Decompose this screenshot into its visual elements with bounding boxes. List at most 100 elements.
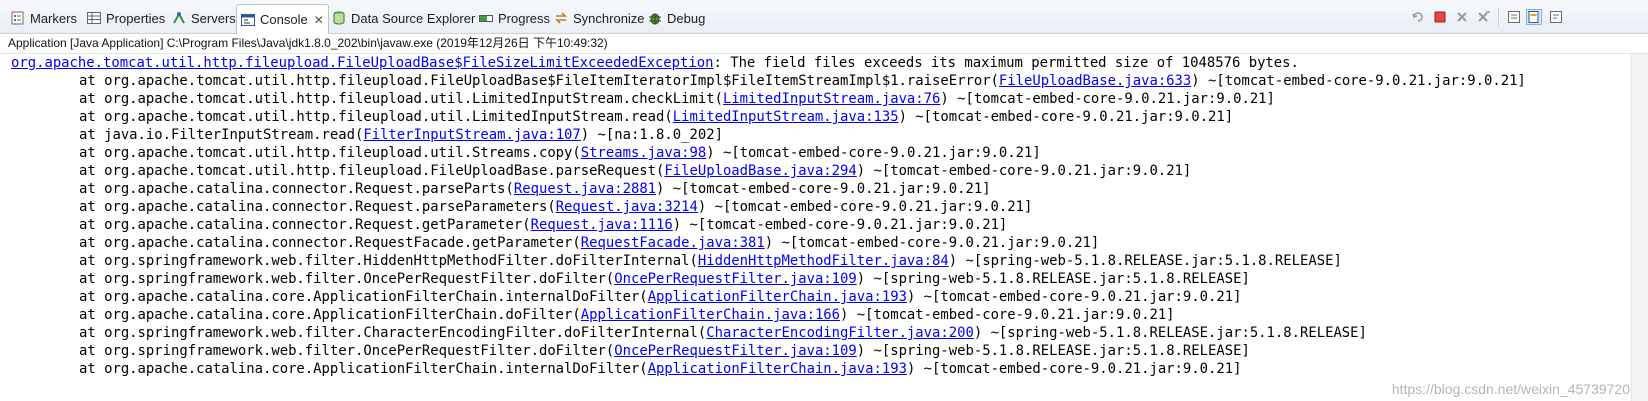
stack-frame-line: at java.io.FilterInputStream.read(Filter… xyxy=(11,126,723,144)
servers-icon xyxy=(171,10,187,26)
terminate-icon[interactable] xyxy=(1432,9,1448,25)
frame-jar: ) ~[tomcat-embed-core-9.0.21.jar:9.0.21] xyxy=(840,307,1175,323)
progress-icon xyxy=(478,10,494,26)
source-link[interactable]: LimitedInputStream.java:135 xyxy=(673,109,899,125)
stack-frame-line: at org.apache.catalina.connector.Request… xyxy=(11,180,991,198)
clear-console-icon[interactable] xyxy=(1476,9,1492,25)
frame-jar: ) ~[tomcat-embed-core-9.0.21.jar:9.0.21] xyxy=(672,217,1008,233)
tab-label: Debug xyxy=(667,10,706,26)
source-link[interactable]: LimitedInputStream.java:76 xyxy=(723,91,940,107)
tab-label: Synchronize xyxy=(573,10,645,26)
stack-frame-line: at org.apache.tomcat.util.http.fileuploa… xyxy=(11,144,1041,162)
frame-method: at org.apache.tomcat.util.http.fileuploa… xyxy=(79,109,673,125)
console-description: Application [Java Application] C:\Progra… xyxy=(0,34,1648,54)
frame-jar: ) ~[na:1.8.0_202] xyxy=(580,127,723,143)
tab-servers[interactable]: Servers xyxy=(171,6,236,30)
frame-jar: ) ~[tomcat-embed-core-9.0.21.jar:9.0.21] xyxy=(697,199,1033,215)
frame-method: at org.apache.catalina.connector.Request… xyxy=(79,217,531,233)
console-output[interactable]: org.apache.tomcat.util.http.fileupload.F… xyxy=(0,54,1648,401)
frame-method: at org.springframework.web.filter.OncePe… xyxy=(79,271,615,287)
frame-method: at org.apache.catalina.connector.Request… xyxy=(79,235,581,251)
stack-frame-line: at org.springframework.web.filter.Charac… xyxy=(11,324,1367,342)
frame-jar: ) ~[tomcat-embed-core-9.0.21.jar:9.0.21] xyxy=(1191,73,1526,89)
frame-method: at org.springframework.web.filter.Charac… xyxy=(79,325,707,341)
source-link[interactable]: Request.java:2881 xyxy=(514,181,656,197)
vertical-scrollbar[interactable] xyxy=(1631,54,1648,401)
stack-frame-line: at org.apache.catalina.connector.Request… xyxy=(11,198,1032,216)
source-link[interactable]: Request.java:1116 xyxy=(531,217,673,233)
frame-method: at org.apache.tomcat.util.http.fileuploa… xyxy=(79,163,665,179)
word-wrap-icon[interactable] xyxy=(1548,9,1564,25)
frame-method: at org.springframework.web.filter.Hidden… xyxy=(79,253,698,269)
frame-jar: ) ~[spring-web-5.1.8.RELEASE.jar:5.1.8.R… xyxy=(948,253,1342,269)
close-icon[interactable]: ✕ xyxy=(314,13,324,27)
stack-frame-line: at org.springframework.web.filter.OncePe… xyxy=(11,270,1250,288)
source-link[interactable]: FileUploadBase.java:294 xyxy=(664,163,856,179)
frame-method: at org.apache.tomcat.util.http.fileuploa… xyxy=(79,145,581,161)
source-link[interactable]: ApplicationFilterChain.java:166 xyxy=(581,307,840,323)
source-link[interactable]: CharacterEncodingFilter.java:200 xyxy=(706,325,974,341)
frame-method: at org.springframework.web.filter.OncePe… xyxy=(79,343,615,359)
frame-jar: ) ~[spring-web-5.1.8.RELEASE.jar:5.1.8.R… xyxy=(856,271,1250,287)
synchronize-icon xyxy=(553,10,569,26)
debug-icon xyxy=(647,10,663,26)
tab-debug[interactable]: Debug xyxy=(647,6,705,30)
frame-jar: ) ~[tomcat-embed-core-9.0.21.jar:9.0.21] xyxy=(906,289,1242,305)
stack-frame-line: at org.apache.tomcat.util.http.fileuploa… xyxy=(11,108,1233,126)
tab-console[interactable]: Console ✕ xyxy=(236,4,329,34)
frame-jar: ) ~[tomcat-embed-core-9.0.21.jar:9.0.21] xyxy=(856,163,1192,179)
pin-console-icon[interactable] xyxy=(1526,9,1542,25)
tab-synchronize[interactable]: Synchronize xyxy=(553,6,645,30)
console-icon xyxy=(240,12,256,28)
source-link[interactable]: ApplicationFilterChain.java:193 xyxy=(648,289,907,305)
frame-jar: ) ~[tomcat-embed-core-9.0.21.jar:9.0.21] xyxy=(706,145,1041,161)
stack-frame-line: at org.apache.catalina.core.ApplicationF… xyxy=(11,306,1175,324)
tab-label: Markers xyxy=(30,10,77,26)
source-link[interactable]: OncePerRequestFilter.java:109 xyxy=(614,343,857,359)
tab-label: Servers xyxy=(191,10,236,26)
frame-method: at org.apache.tomcat.util.http.fileuploa… xyxy=(79,91,723,107)
properties-icon xyxy=(86,10,102,26)
scroll-lock-icon[interactable] xyxy=(1506,9,1522,25)
frame-jar: ) ~[tomcat-embed-core-9.0.21.jar:9.0.21] xyxy=(906,361,1242,377)
view-tab-bar: Markers Properties Servers Console ✕ Dat… xyxy=(0,0,1648,34)
frame-method: at org.apache.tomcat.util.http.fileuploa… xyxy=(79,73,999,89)
tab-label: Progress xyxy=(498,10,551,26)
stack-frame-line: at org.apache.tomcat.util.http.fileuploa… xyxy=(11,162,1191,180)
frame-jar: ) ~[spring-web-5.1.8.RELEASE.jar:5.1.8.R… xyxy=(973,325,1367,341)
data-source-icon xyxy=(331,10,347,26)
watermark: https://blog.csdn.net/weixin_45739720 xyxy=(1391,381,1630,397)
tab-markers[interactable]: Markers xyxy=(10,6,77,30)
source-link[interactable]: FilterInputStream.java:107 xyxy=(363,127,580,143)
source-link[interactable]: FileUploadBase.java:633 xyxy=(999,73,1191,89)
markers-icon xyxy=(10,10,26,26)
remove-launch-icon[interactable] xyxy=(1410,9,1426,25)
tab-data-source-explorer[interactable]: Data Source Explorer xyxy=(331,6,475,30)
exception-line: org.apache.tomcat.util.http.fileupload.F… xyxy=(11,54,1299,72)
toolbar-separator xyxy=(1498,8,1499,26)
source-link[interactable]: Streams.java:98 xyxy=(581,145,706,161)
frame-jar: ) ~[tomcat-embed-core-9.0.21.jar:9.0.21] xyxy=(940,91,1275,107)
tab-label: Data Source Explorer xyxy=(351,10,476,26)
frame-method: at org.apache.catalina.core.ApplicationF… xyxy=(79,289,648,305)
source-link[interactable]: Request.java:3214 xyxy=(556,199,698,215)
source-link[interactable]: OncePerRequestFilter.java:109 xyxy=(614,271,857,287)
tab-properties[interactable]: Properties xyxy=(86,6,165,30)
source-link[interactable]: HiddenHttpMethodFilter.java:84 xyxy=(698,253,949,269)
stack-frame-line: at org.apache.catalina.core.ApplicationF… xyxy=(11,360,1241,378)
remove-all-terminated-icon[interactable] xyxy=(1454,9,1470,25)
frame-method: at org.apache.catalina.core.ApplicationF… xyxy=(79,361,648,377)
frame-jar: ) ~[spring-web-5.1.8.RELEASE.jar:5.1.8.R… xyxy=(856,343,1250,359)
exception-class-link[interactable]: org.apache.tomcat.util.http.fileupload.F… xyxy=(11,55,713,71)
frame-jar: ) ~[tomcat-embed-core-9.0.21.jar:9.0.21] xyxy=(764,235,1100,251)
source-link[interactable]: ApplicationFilterChain.java:193 xyxy=(648,361,907,377)
stack-frame-line: at org.apache.tomcat.util.http.fileuploa… xyxy=(11,90,1275,108)
frame-method: at org.apache.catalina.connector.Request… xyxy=(79,199,556,215)
tab-progress[interactable]: Progress xyxy=(478,6,550,30)
exception-message: : The field files exceeds its maximum pe… xyxy=(713,55,1299,71)
tab-label: Console xyxy=(260,12,308,27)
frame-method: at org.apache.catalina.connector.Request… xyxy=(79,181,514,197)
stack-frame-line: at org.apache.tomcat.util.http.fileuploa… xyxy=(11,72,1526,90)
frame-method: at java.io.FilterInputStream.read( xyxy=(79,127,364,143)
source-link[interactable]: RequestFacade.java:381 xyxy=(581,235,765,251)
